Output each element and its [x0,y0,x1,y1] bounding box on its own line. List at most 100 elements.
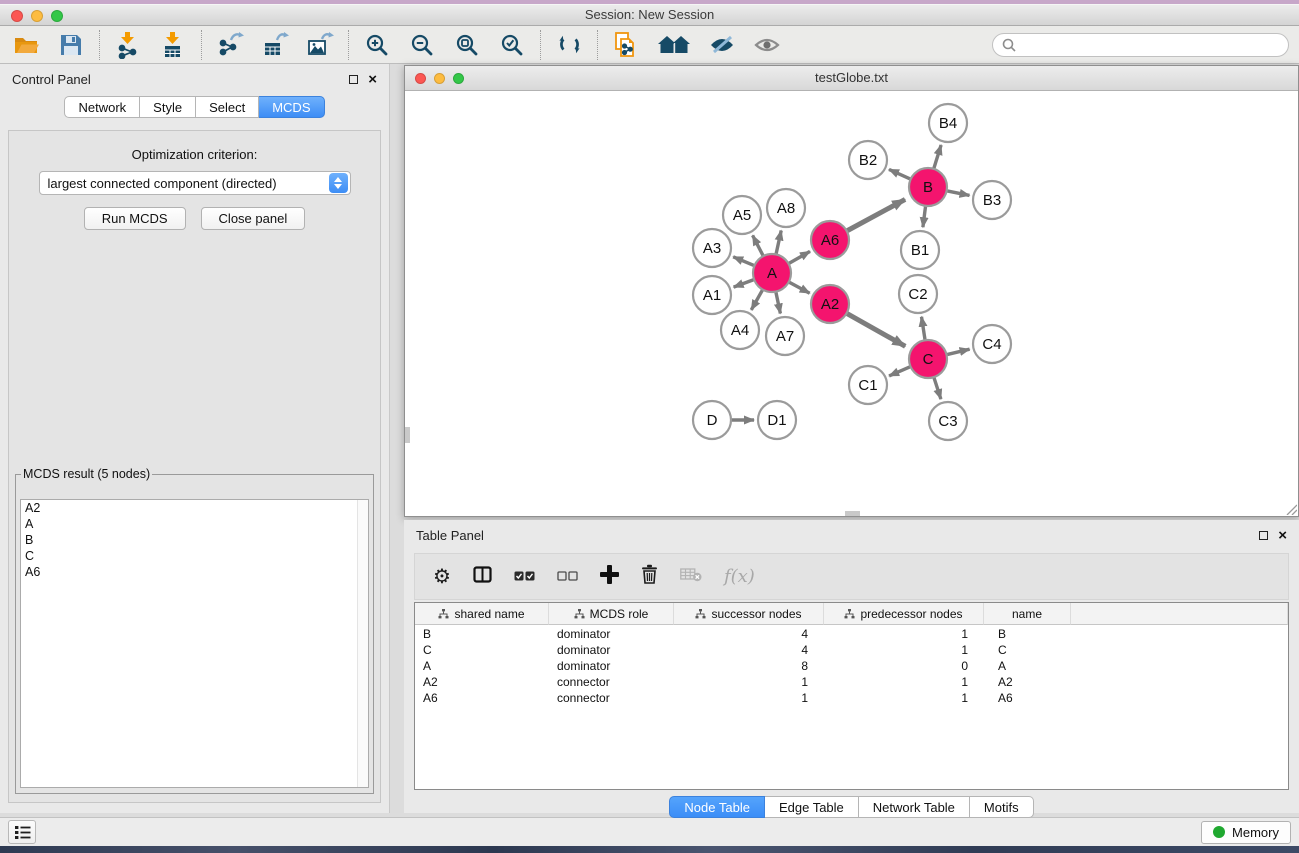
delete-table-button[interactable] [680,567,702,587]
tab-style[interactable]: Style [140,96,196,118]
column-header[interactable]: successor nodes [674,603,824,625]
export-table-button[interactable] [261,31,289,59]
table-cell[interactable]: B [415,625,549,641]
table-cell[interactable]: 1 [824,641,984,657]
table-cell[interactable]: A [984,657,1071,673]
criterion-dropdown[interactable]: largest connected component (directed) [39,171,351,195]
graph-node-B[interactable]: B [909,168,947,206]
graph-node-B2[interactable]: B2 [849,141,887,179]
network-canvas[interactable]: B4B2BB3A5A8A6A3B1AA1C2A2A4A7C4CC1C3DD1 [405,91,1298,516]
resize-grip-icon[interactable] [1284,502,1297,515]
export-network-button[interactable] [216,31,244,59]
graph-node-A6[interactable]: A6 [811,221,849,259]
run-mcds-button[interactable]: Run MCDS [84,207,186,230]
tab-network[interactable]: Network [64,96,140,118]
tab-select[interactable]: Select [196,96,259,118]
graph-edge[interactable] [751,290,762,310]
graph-edge[interactable] [733,257,754,266]
result-item[interactable]: A [21,516,368,532]
tab-network-table[interactable]: Network Table [859,796,970,818]
table-cell[interactable]: dominator [549,657,674,673]
graph-node-C4[interactable]: C4 [973,325,1011,363]
table-cell[interactable]: 1 [824,673,984,689]
table-cell[interactable]: C [984,641,1071,657]
close-panel-button[interactable]: Close panel [201,207,306,230]
refresh-button[interactable] [555,31,583,59]
memory-button[interactable]: Memory [1201,821,1291,844]
graph-node-A8[interactable]: A8 [767,189,805,227]
graph-edge[interactable] [734,280,755,288]
import-table-button[interactable] [159,31,187,59]
table-cell[interactable]: dominator [549,625,674,641]
export-image-button[interactable] [306,31,334,59]
table-cell[interactable]: 1 [674,689,824,705]
zoom-selected-button[interactable] [498,31,526,59]
graph-node-A7[interactable]: A7 [766,317,804,355]
zoom-in-button[interactable] [363,31,391,59]
tab-edge-table[interactable]: Edge Table [765,796,859,818]
column-header[interactable]: name [984,603,1071,625]
search-input[interactable] [1022,38,1279,52]
zoom-fit-button[interactable] [453,31,481,59]
graph-edge[interactable] [934,377,941,399]
graph-edge[interactable] [934,145,941,169]
deselect-all-button[interactable] [557,568,578,586]
add-column-button[interactable] [600,565,619,589]
table-cell[interactable]: 4 [674,625,824,641]
graph-edge[interactable] [847,199,905,231]
graph-node-B1[interactable]: B1 [901,231,939,269]
tab-motifs[interactable]: Motifs [970,796,1034,818]
graph-node-A4[interactable]: A4 [721,311,759,349]
graph-node-C2[interactable]: C2 [899,275,937,313]
column-header[interactable]: MCDS role [549,603,674,625]
graph-edge[interactable] [947,191,970,196]
graph-node-C1[interactable]: C1 [849,366,887,404]
table-cell[interactable]: connector [549,689,674,705]
table-cell[interactable]: A [415,657,549,673]
graph-edge[interactable] [847,313,906,346]
table-cell[interactable]: 1 [824,625,984,641]
graph-edge[interactable] [889,169,911,179]
mcds-result-list[interactable]: A2ABCA6 [20,499,369,788]
graph-edge[interactable] [776,231,781,255]
network-zoom-icon[interactable] [453,73,464,84]
graph-node-D[interactable]: D [693,401,731,439]
graph-node-B4[interactable]: B4 [929,104,967,142]
table-cell[interactable]: connector [549,673,674,689]
result-scrollbar[interactable] [357,500,368,787]
result-item[interactable]: A2 [21,500,368,516]
close-panel-icon[interactable]: × [368,75,377,84]
table-close-icon[interactable]: × [1278,531,1287,540]
table-cell[interactable]: A2 [415,673,549,689]
table-cell[interactable]: 1 [674,673,824,689]
minimize-window-icon[interactable] [31,10,43,22]
network-view-titlebar[interactable]: testGlobe.txt [405,66,1298,91]
column-header[interactable]: shared name [415,603,549,625]
table-cell[interactable]: 8 [674,657,824,673]
show-visibility-button[interactable] [753,31,781,59]
graph-edge[interactable] [889,367,911,376]
save-session-button[interactable] [57,31,85,59]
table-cell[interactable]: dominator [549,641,674,657]
table-cell[interactable]: 0 [824,657,984,673]
table-cell[interactable]: A6 [984,689,1071,705]
result-item[interactable]: B [21,532,368,548]
canvas-left-scrollmark[interactable] [405,427,410,443]
column-header[interactable]: predecessor nodes [824,603,984,625]
network-close-icon[interactable] [415,73,426,84]
home-button[interactable] [657,31,691,59]
graph-node-A5[interactable]: A5 [723,196,761,234]
table-cell[interactable]: B [984,625,1071,641]
graph-edge[interactable] [789,282,810,293]
network-minimize-icon[interactable] [434,73,445,84]
result-item[interactable]: A6 [21,564,368,580]
graph-node-A3[interactable]: A3 [693,229,731,267]
zoom-window-icon[interactable] [51,10,63,22]
result-item[interactable]: C [21,548,368,564]
search-field[interactable] [992,33,1289,57]
table-settings-button[interactable]: ⚙ [433,567,451,587]
zoom-out-button[interactable] [408,31,436,59]
close-window-icon[interactable] [11,10,23,22]
graph-node-C[interactable]: C [909,340,947,378]
clone-network-button[interactable] [612,31,640,59]
